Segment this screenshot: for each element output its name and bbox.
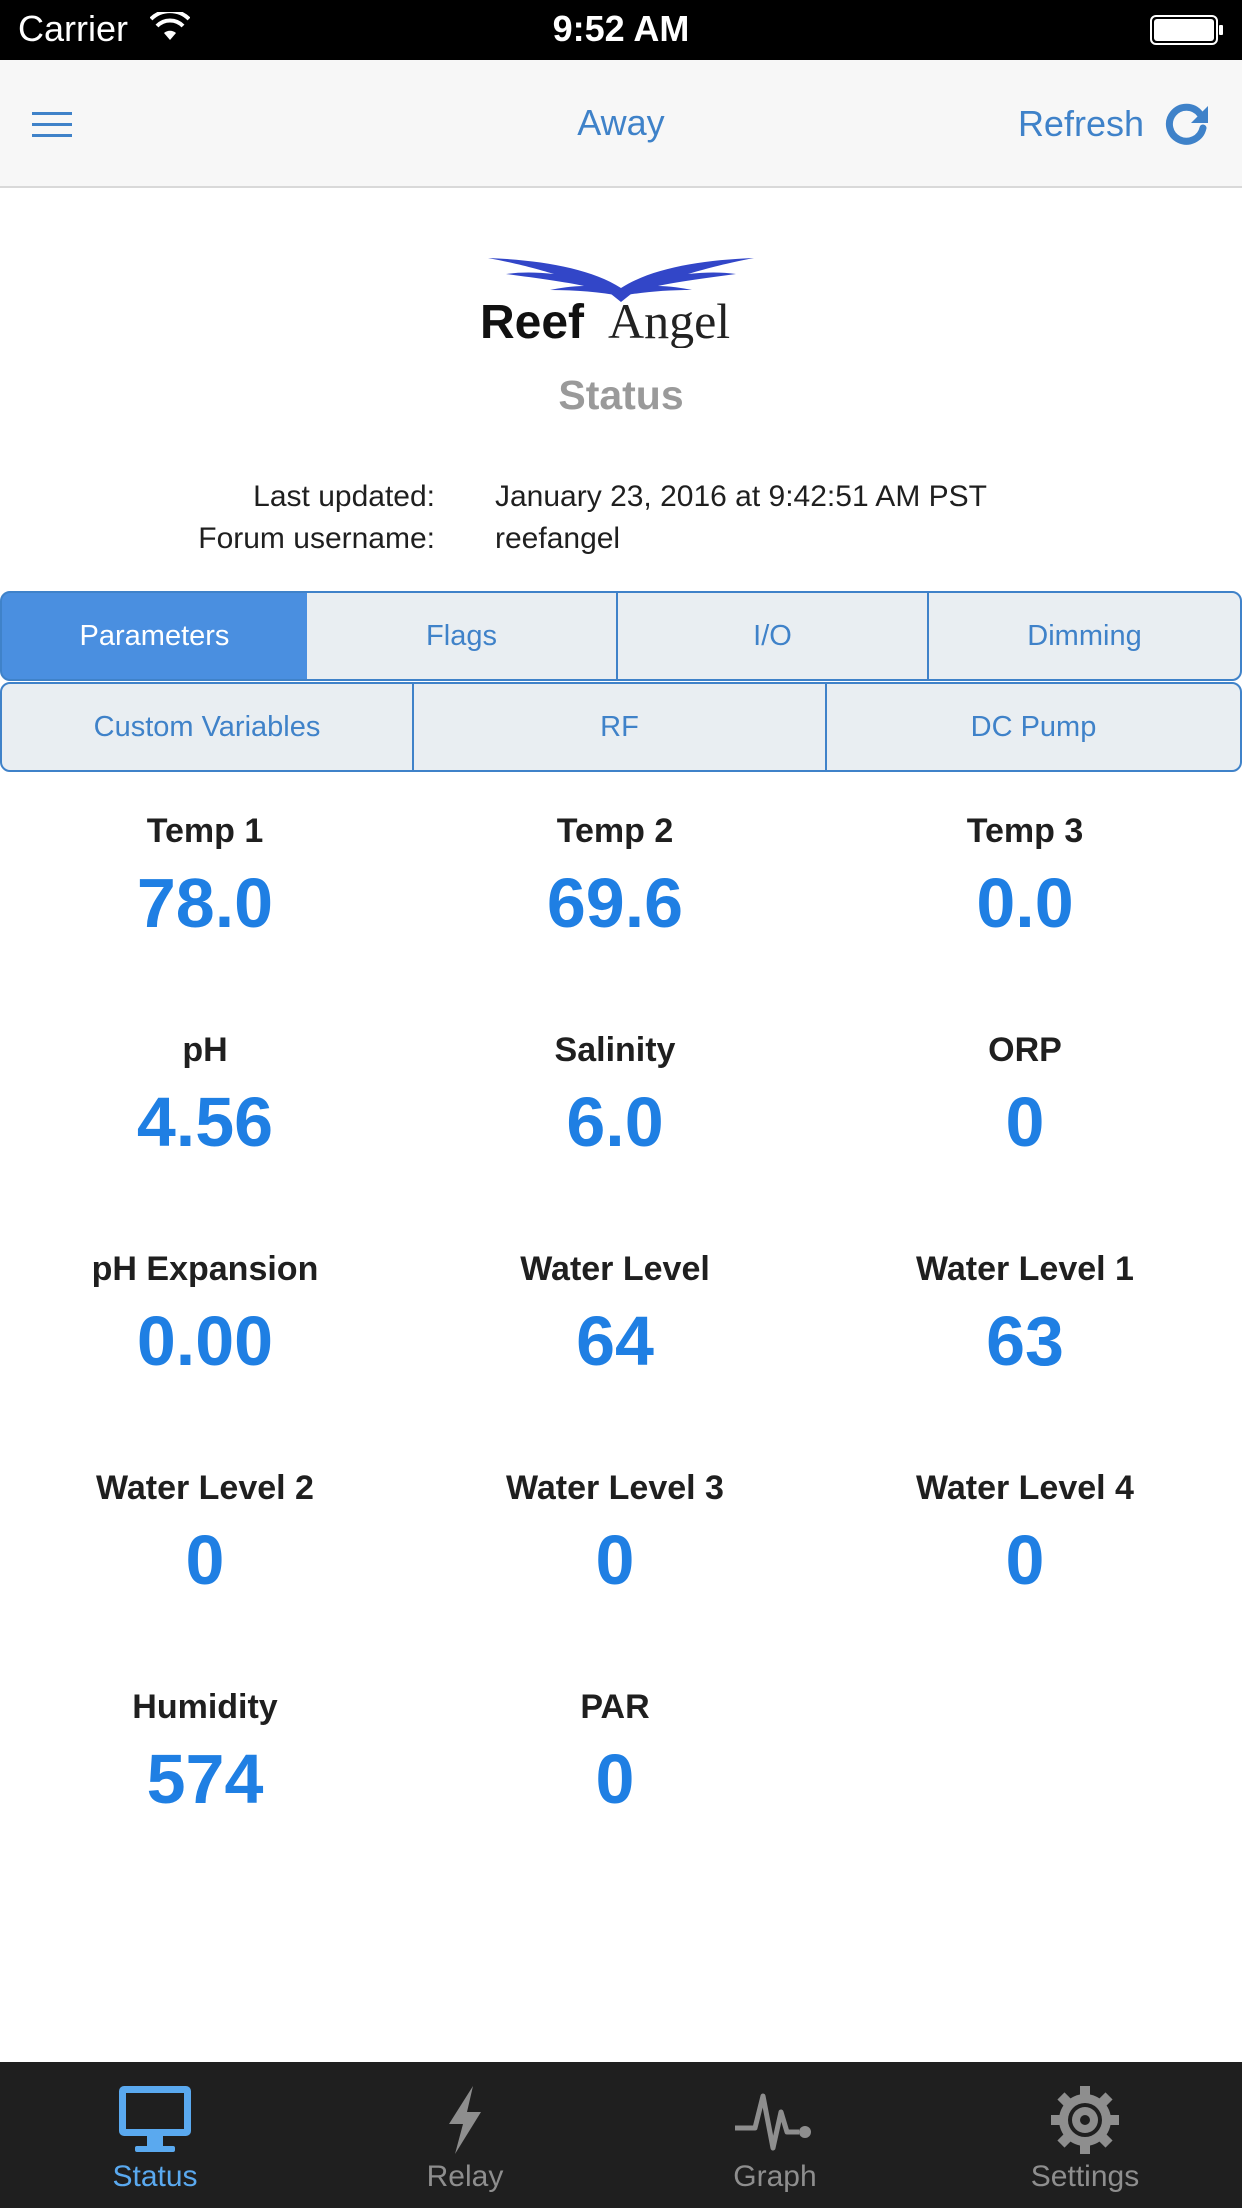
gear-icon <box>1051 2086 1119 2154</box>
param-orp[interactable]: ORP 0 <box>820 1031 1230 1162</box>
param-water-level-3[interactable]: Water Level 3 0 <box>410 1469 820 1600</box>
param-ph-expansion[interactable]: pH Expansion 0.00 <box>0 1250 410 1381</box>
refresh-button[interactable]: Refresh <box>1018 98 1212 150</box>
param-label: Salinity <box>554 1031 676 1069</box>
param-value: 6.0 <box>566 1083 664 1161</box>
battery-icon <box>1150 15 1223 45</box>
tab-status[interactable]: Status <box>0 2062 310 2208</box>
segment-flags[interactable]: Flags <box>307 591 618 681</box>
param-value: 64 <box>576 1302 654 1380</box>
segment-parameters[interactable]: Parameters <box>0 591 309 681</box>
tab-label: Status <box>112 2160 198 2193</box>
param-label: PAR <box>580 1688 650 1726</box>
param-label: Water Level 3 <box>506 1469 724 1507</box>
segment-label: Flags <box>426 619 497 652</box>
segment-label: I/O <box>753 619 792 652</box>
refresh-label: Refresh <box>1017 103 1144 144</box>
segment-rf[interactable]: RF <box>412 682 827 772</box>
param-label: Temp 1 <box>146 812 264 850</box>
param-temp-3[interactable]: Temp 3 0.0 <box>820 812 1230 943</box>
tab-label: Settings <box>1030 2160 1140 2193</box>
pulse-icon <box>735 2093 811 2151</box>
reef-angel-logo: Reef Angel <box>480 258 754 348</box>
segment-io[interactable]: I/O <box>616 591 929 681</box>
param-value: 78.0 <box>136 864 274 942</box>
refresh-icon <box>1165 103 1208 145</box>
tab-label: Relay <box>426 2160 504 2193</box>
segment-custom-variables[interactable]: Custom Variables <box>0 682 414 772</box>
segment-dc-pump[interactable]: DC Pump <box>825 682 1242 772</box>
param-ph[interactable]: pH 4.56 <box>0 1031 410 1162</box>
lightning-icon <box>449 2086 481 2154</box>
param-label: Temp 3 <box>966 812 1084 850</box>
param-value: 69.6 <box>546 864 684 942</box>
segment-label: Parameters <box>79 619 230 652</box>
last-updated-label: Last updated: <box>253 480 435 513</box>
param-label: pH Expansion <box>91 1250 319 1288</box>
logo-text-bold: Reef <box>480 296 585 348</box>
tab-graph[interactable]: Graph <box>620 2062 930 2208</box>
param-salinity[interactable]: Salinity 6.0 <box>410 1031 820 1162</box>
tab-settings[interactable]: Settings <box>930 2062 1240 2208</box>
param-temp-2[interactable]: Temp 2 69.6 <box>410 812 820 943</box>
segment-label: Custom Variables <box>93 710 321 743</box>
segment-label: RF <box>600 710 639 743</box>
param-water-level-1[interactable]: Water Level 1 63 <box>820 1250 1230 1381</box>
param-par[interactable]: PAR 0 <box>410 1688 820 1819</box>
logo-text-light: Angel <box>608 293 730 348</box>
forum-username-label: Forum username: <box>198 522 435 555</box>
param-value: 0.0 <box>976 864 1074 942</box>
param-value: 0 <box>185 1521 225 1599</box>
param-value: 63 <box>986 1302 1064 1380</box>
param-value: 0.00 <box>136 1302 274 1380</box>
tab-label: Graph <box>733 2160 817 2193</box>
param-value: 4.56 <box>136 1083 274 1161</box>
clock: 9:52 AM <box>552 8 690 49</box>
tab-bar: Status Relay Graph Settings <box>0 2062 1242 2208</box>
param-value: 0 <box>1005 1083 1045 1161</box>
param-label: pH <box>182 1031 228 1069</box>
monitor-icon <box>119 2086 191 2152</box>
forum-username-value: reefangel <box>495 522 621 555</box>
param-label: Water Level <box>520 1250 710 1288</box>
param-temp-1[interactable]: Temp 1 78.0 <box>0 812 410 943</box>
param-water-level-2[interactable]: Water Level 2 0 <box>0 1469 410 1600</box>
param-label: Water Level 2 <box>96 1469 314 1507</box>
last-updated-value: January 23, 2016 at 9:42:51 AM PST <box>495 480 987 513</box>
segment-label: DC Pump <box>970 710 1097 743</box>
page-title: Status <box>558 372 684 418</box>
segment-label: Dimming <box>1027 619 1142 652</box>
param-water-level[interactable]: Water Level 64 <box>410 1250 820 1381</box>
param-label: Humidity <box>132 1688 278 1726</box>
param-water-level-4[interactable]: Water Level 4 0 <box>820 1469 1230 1600</box>
navigation-bar: Away Refresh <box>0 60 1242 188</box>
status-bar: Carrier 9:52 AM <box>0 0 1242 60</box>
segment-dimming[interactable]: Dimming <box>927 591 1242 681</box>
param-label: ORP <box>988 1031 1062 1069</box>
tab-relay[interactable]: Relay <box>310 2062 620 2208</box>
param-value: 0 <box>595 1521 635 1599</box>
param-value: 574 <box>146 1740 264 1818</box>
param-label: Water Level 4 <box>916 1469 1134 1507</box>
param-humidity[interactable]: Humidity 574 <box>0 1688 410 1819</box>
param-label: Temp 2 <box>556 812 674 850</box>
param-value: 0 <box>1005 1521 1045 1599</box>
param-value: 0 <box>595 1740 635 1818</box>
param-label: Water Level 1 <box>916 1250 1134 1288</box>
